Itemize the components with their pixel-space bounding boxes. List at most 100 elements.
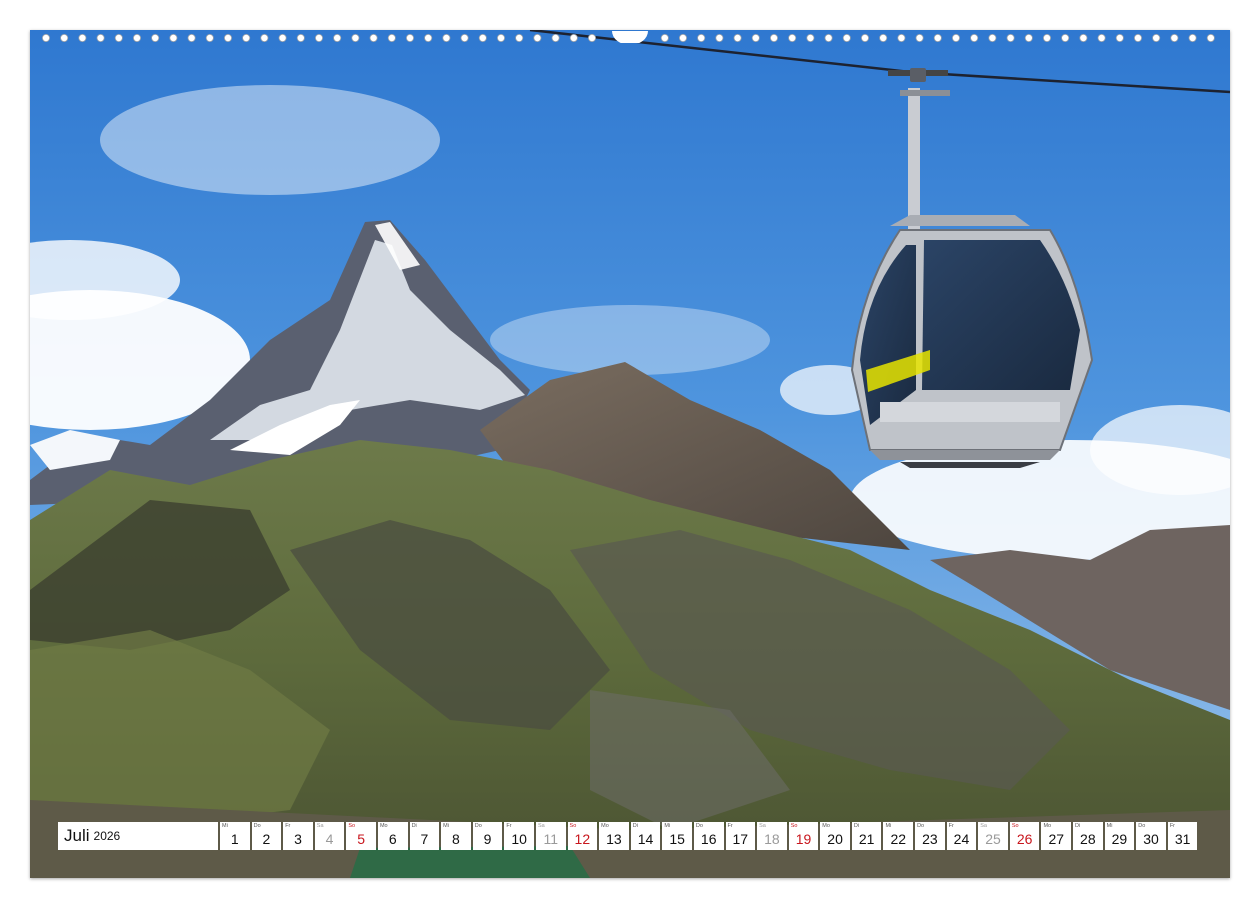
binding-hole: [751, 34, 760, 42]
weekday-abbr: Mi: [222, 823, 228, 829]
binding-hole: [1206, 34, 1215, 42]
calendar-day: Mo 13: [599, 822, 629, 850]
binding-hole: [806, 34, 815, 42]
weekday-abbr: Mo: [1043, 823, 1052, 829]
day-number: 8: [452, 831, 460, 847]
binding-hole: [842, 34, 851, 42]
day-number: 16: [700, 831, 717, 847]
binding-hole: [333, 34, 342, 42]
day-number: 9: [483, 831, 492, 847]
day-number: 24: [953, 831, 970, 847]
binding-hole: [1079, 34, 1088, 42]
binding-hole: [442, 34, 451, 42]
hanger-notch: [612, 31, 648, 45]
binding-hole: [405, 34, 414, 42]
month-label: Juli 2026: [58, 822, 218, 850]
binding-hole: [42, 34, 50, 42]
calendar-strip: Juli 2026 Mi 1 Do 2 Fr 3 Sa 4 So 5 Mo 6 Di 7 Mi 8 Do 9 Fr 1…: [58, 822, 1198, 850]
calendar-day: So 19: [788, 822, 819, 850]
binding-hole: [933, 34, 942, 42]
weekday-abbr: Fr: [506, 823, 512, 829]
day-number: 21: [858, 831, 875, 847]
day-number: 28: [1080, 831, 1096, 847]
binding-hole: [770, 34, 779, 42]
weekday-abbr: Do: [695, 823, 703, 829]
binding-hole: [260, 34, 269, 42]
binding-hole: [169, 34, 178, 42]
binding-hole: [879, 34, 888, 42]
weekday-abbr: So: [569, 823, 577, 829]
calendar-day: Fr 3: [283, 822, 313, 850]
day-number: 13: [606, 831, 622, 847]
weekday-abbr: So: [1011, 823, 1019, 829]
weekday-abbr: Di: [1075, 823, 1081, 829]
binding-hole: [387, 34, 396, 42]
binding-hole: [205, 34, 214, 42]
binding-hole: [296, 34, 305, 42]
calendar-day: Mi 15: [662, 822, 692, 850]
binding-hole: [369, 34, 378, 42]
binding-hole: [478, 34, 487, 42]
binding-hole: [1024, 34, 1033, 42]
calendar-day: Do 16: [693, 822, 724, 850]
calendar-day: Mi 1: [220, 822, 250, 850]
calendar-day: Do 30: [1136, 822, 1166, 850]
weekday-abbr: Mi: [885, 823, 892, 829]
photo-matterhorn-gondola: [30, 30, 1230, 878]
calendar-day: So 26: [1009, 822, 1040, 850]
binding-hole: [78, 34, 87, 42]
weekday-abbr: Mi: [443, 823, 449, 829]
binding-hole: [151, 34, 160, 42]
binding-hole: [715, 34, 724, 42]
binding-hole: [460, 34, 469, 42]
calendar-day: Mi 29: [1104, 822, 1135, 850]
weekday-abbr: Sa: [980, 823, 987, 829]
calendar-day: Mo 20: [820, 822, 850, 850]
binding-hole: [187, 34, 196, 42]
calendar-day: Fr 24: [946, 822, 977, 850]
binding-hole: [1006, 34, 1015, 42]
binding-hole: [133, 34, 142, 42]
weekday-abbr: Fr: [727, 823, 733, 829]
calendar-day: Fr 17: [725, 822, 756, 850]
weekday-abbr: Mo: [601, 823, 609, 829]
day-number: 19: [795, 831, 812, 847]
binding-hole: [314, 34, 323, 42]
calendar-day: Mo 6: [377, 822, 408, 850]
day-number: 30: [1143, 831, 1159, 847]
day-number: 12: [574, 831, 591, 847]
calendar-day: Sa 4: [314, 822, 345, 850]
binding-hole-row: [42, 31, 1215, 45]
weekday-abbr: Di: [411, 823, 417, 829]
day-number: 5: [357, 831, 366, 847]
weekday-abbr: Mi: [664, 823, 671, 829]
binding-hole: [1061, 34, 1070, 42]
calendar-day: Do 9: [472, 822, 503, 850]
day-number: 27: [1048, 831, 1065, 847]
calendar-day: Mo 27: [1041, 822, 1072, 850]
calendar-day: Do 23: [915, 822, 945, 850]
binding-hole: [733, 34, 742, 42]
binding-holes: [40, 30, 1220, 45]
weekday-abbr: So: [348, 823, 356, 829]
day-number: 23: [922, 831, 938, 847]
binding-hole: [424, 34, 433, 42]
binding-hole: [660, 34, 669, 42]
binding-hole: [1043, 34, 1052, 42]
calendar-day: Mi 22: [883, 822, 914, 850]
calendar-day: Fr 31: [1167, 822, 1198, 850]
binding-hole: [1152, 34, 1161, 42]
binding-hole: [697, 34, 706, 42]
binding-hole: [1097, 34, 1106, 42]
calendar-day: So 12: [567, 822, 598, 850]
binding-hole: [278, 34, 287, 42]
day-number: 31: [1174, 831, 1191, 847]
binding-hole: [1170, 34, 1179, 42]
day-number: 25: [985, 831, 1001, 847]
day-number: 22: [890, 831, 907, 847]
calendar-day: Di 28: [1073, 822, 1103, 850]
weekday-abbr: Mo: [379, 823, 388, 829]
binding-hole: [788, 34, 797, 42]
calendar-day: Sa 18: [757, 822, 787, 850]
day-number: 10: [511, 831, 527, 847]
